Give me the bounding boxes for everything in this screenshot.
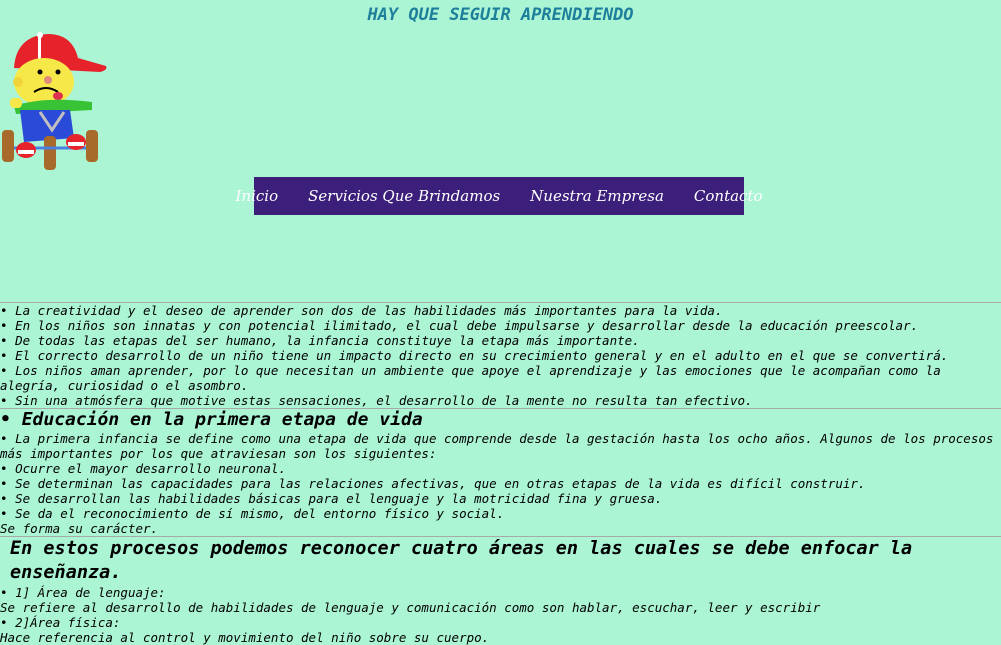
main-nav: Inicio Servicios Que Brindamos Nuestra E… [236, 177, 763, 215]
area-title: • 1] Área de lenguaje: [0, 585, 166, 600]
area-description: Se refiere al desarrollo de habilidades … [0, 600, 821, 615]
nav-item-servicios[interactable]: Servicios Que Brindamos [293, 187, 515, 205]
area-description: Hace referencia al control y movimiento … [0, 630, 490, 645]
list-item: • Se da el reconocimiento de sí mismo, d… [0, 506, 505, 521]
section-heading: • Educación en la primera etapa de vida [0, 409, 423, 430]
list-item: • Se determinan las capacidades para las… [0, 476, 866, 491]
list-item: • Se desarrollan las habilidades básicas… [0, 491, 663, 506]
nav-item-empresa[interactable]: Nuestra Empresa [515, 187, 679, 205]
list-item: • Ocurre el mayor desarrollo neuronal. [0, 461, 286, 476]
list-item: • De todas las etapas del ser humano, la… [0, 333, 640, 348]
section-intro: • La primera infancia se define como una… [0, 431, 994, 461]
list-item: • El correcto desarrollo de un niño tien… [0, 348, 949, 363]
list-item: • Sin una atmósfera que motive estas sen… [0, 393, 753, 408]
intro-list: • La creatividad y el deseo de aprender … [0, 303, 1001, 408]
page-title: HAY QUE SEGUIR APRENDIENDO [367, 5, 634, 25]
kid-on-tricycle-icon [0, 30, 110, 172]
main-content: • La creatividad y el deseo de aprender … [0, 302, 1001, 645]
list-item: • La creatividad y el deseo de aprender … [0, 303, 723, 318]
nav-item-contacto[interactable]: Contacto [679, 187, 778, 205]
nav-item-inicio[interactable]: Inicio [221, 187, 294, 205]
list-item: • Los niños aman aprender, por lo que ne… [0, 363, 941, 393]
list-item: • En los niños son innatas y con potenci… [0, 318, 919, 333]
section-closing: Se forma su carácter. [0, 521, 159, 536]
section-heading: En estos procesos podemos reconocer cuat… [10, 538, 913, 583]
